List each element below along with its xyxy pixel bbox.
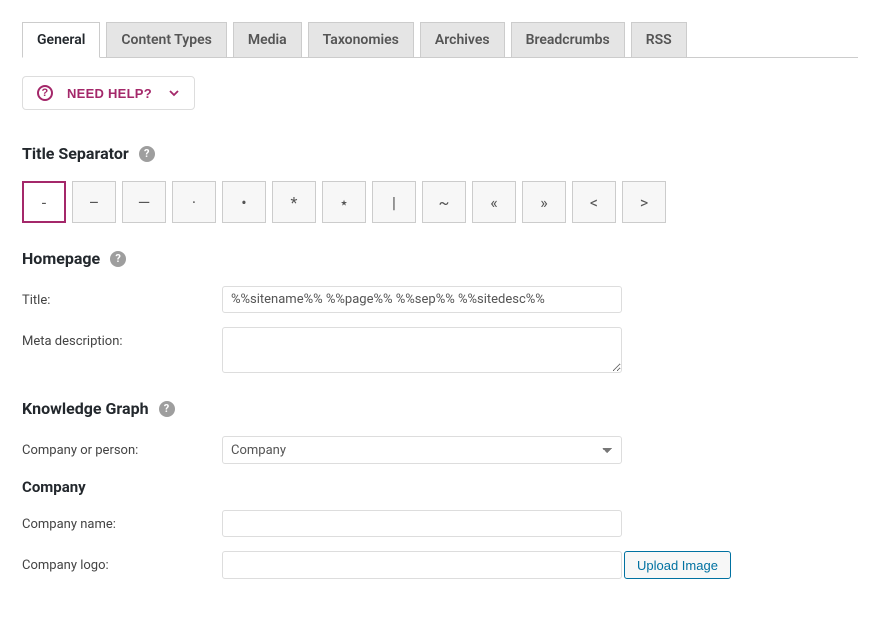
company-logo-label: Company logo:: [22, 551, 222, 573]
question-icon: ?: [37, 85, 53, 101]
upload-image-button[interactable]: Upload Image: [624, 551, 731, 579]
title-input[interactable]: [222, 286, 622, 313]
separator-option[interactable]: —: [122, 181, 166, 223]
tab-taxonomies[interactable]: Taxonomies: [308, 22, 414, 58]
info-icon[interactable]: ?: [110, 251, 126, 267]
separator-option[interactable]: ·: [172, 181, 216, 223]
tab-archives[interactable]: Archives: [420, 22, 505, 58]
knowledge-graph-heading: Knowledge Graph: [22, 399, 149, 418]
tab-rss[interactable]: RSS: [631, 22, 687, 58]
info-icon[interactable]: ?: [159, 401, 175, 417]
title-separator-heading: Title Separator: [22, 144, 129, 163]
meta-description-label: Meta description:: [22, 327, 222, 349]
separator-option[interactable]: »: [522, 181, 566, 223]
title-label: Title:: [22, 286, 222, 308]
separator-option[interactable]: «: [472, 181, 516, 223]
separator-option[interactable]: •: [222, 181, 266, 223]
tab-breadcrumbs[interactable]: Breadcrumbs: [511, 22, 625, 58]
separator-option[interactable]: >: [622, 181, 666, 223]
separator-options: -–—·•*⋆|~«»<>: [22, 181, 858, 223]
separator-option[interactable]: -: [22, 181, 66, 223]
meta-description-input[interactable]: [222, 327, 622, 373]
company-logo-input[interactable]: [222, 551, 622, 579]
tab-media[interactable]: Media: [233, 22, 302, 58]
tab-content-types[interactable]: Content Types: [106, 22, 226, 58]
separator-option[interactable]: ⋆: [322, 181, 366, 223]
separator-option[interactable]: –: [72, 181, 116, 223]
separator-option[interactable]: ~: [422, 181, 466, 223]
tab-general[interactable]: General: [22, 22, 100, 58]
separator-option[interactable]: |: [372, 181, 416, 223]
separator-option[interactable]: *: [272, 181, 316, 223]
chevron-down-icon: [168, 87, 180, 99]
info-icon[interactable]: ?: [139, 146, 155, 162]
company-subheading: Company: [22, 478, 858, 496]
company-name-input[interactable]: [222, 510, 622, 537]
need-help-label: NEED HELP?: [67, 86, 152, 101]
separator-option[interactable]: <: [572, 181, 616, 223]
company-or-person-select[interactable]: Company: [222, 436, 622, 464]
company-name-label: Company name:: [22, 510, 222, 532]
homepage-heading: Homepage: [22, 249, 100, 268]
need-help-button[interactable]: ? NEED HELP?: [22, 76, 195, 110]
company-or-person-label: Company or person:: [22, 436, 222, 458]
tab-bar: General Content Types Media Taxonomies A…: [22, 22, 858, 58]
